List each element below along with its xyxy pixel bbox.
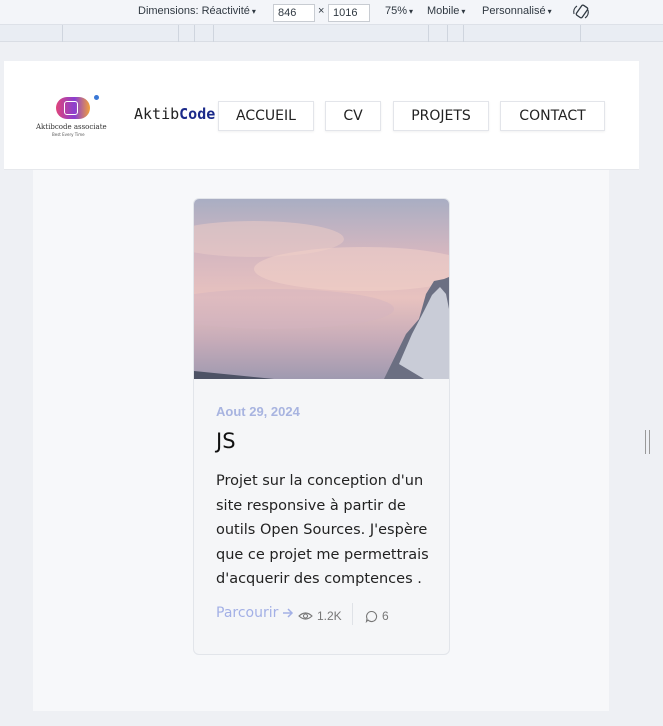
dimensions-dropdown[interactable]: Dimensions: Réactivité ▾ — [138, 5, 256, 17]
read-more-label: Parcourir — [216, 605, 279, 621]
brand-name[interactable]: AktibCode — [134, 105, 215, 123]
site-logo[interactable]: Aktibcode associate Best Every Time — [34, 91, 114, 141]
comment-icon — [365, 610, 378, 623]
views-count: 1.2K — [317, 609, 342, 623]
throttle-dropdown[interactable]: Mobile ▾ — [427, 5, 465, 17]
nav-contact[interactable]: CONTACT — [500, 101, 605, 131]
read-more-link[interactable]: Parcourir — [216, 605, 294, 621]
views-stat: 1.2K — [298, 609, 342, 623]
brand-prefix: Aktib — [134, 105, 180, 123]
width-input[interactable] — [273, 4, 315, 22]
chevron-down-icon: ▾ — [461, 6, 466, 16]
card-image[interactable] — [194, 199, 449, 379]
chevron-down-icon: ▾ — [251, 6, 256, 16]
comments-stat: 6 — [365, 609, 389, 623]
stat-divider — [352, 603, 353, 625]
zoom-label: 75% — [385, 5, 408, 17]
logo-text: Aktibcode associate — [36, 123, 107, 131]
custom-label: Personnalisé — [482, 5, 546, 17]
height-input[interactable] — [328, 4, 370, 22]
projects-section: Aout 29, 2024 JS Projet sur la conceptio… — [33, 170, 609, 711]
mountain-image — [194, 221, 449, 379]
chevron-down-icon: ▾ — [547, 6, 552, 16]
chevron-down-icon: ▾ — [409, 6, 414, 16]
logo-tagline: Best Every Time — [52, 132, 85, 137]
throttle-label: Mobile — [427, 5, 460, 17]
zoom-dropdown[interactable]: 75% ▾ — [385, 5, 413, 17]
media-query-ruler — [0, 25, 663, 42]
card-description: Projet sur la conception d'un site respo… — [216, 473, 429, 587]
nav-accueil[interactable]: ACCUEIL — [218, 101, 314, 131]
viewport-resize-handle[interactable] — [645, 430, 650, 454]
project-card: Aout 29, 2024 JS Projet sur la conceptio… — [193, 198, 450, 655]
site-header: Aktibcode associate Best Every Time Akti… — [4, 61, 639, 170]
emulated-viewport: Aktibcode associate Best Every Time Akti… — [4, 61, 639, 726]
rotate-button[interactable] — [572, 3, 590, 21]
dimensions-label: Dimensions: Réactivité — [138, 5, 250, 17]
nav-cv[interactable]: CV — [325, 101, 381, 131]
times-sign: × — [318, 5, 325, 17]
rotate-icon — [573, 4, 589, 19]
card-title[interactable]: JS — [216, 429, 236, 453]
brand-suffix: Code — [179, 105, 216, 123]
nav-projets[interactable]: PROJETS — [393, 101, 489, 131]
devtools-device-toolbar: Dimensions: Réactivité ▾ × 75% ▾ Mobile … — [0, 0, 663, 25]
arrow-right-icon — [283, 608, 294, 618]
card-date: Aout 29, 2024 — [216, 404, 300, 419]
eye-icon — [298, 612, 313, 620]
custom-dropdown[interactable]: Personnalisé ▾ — [482, 5, 552, 17]
comments-count: 6 — [382, 609, 389, 623]
